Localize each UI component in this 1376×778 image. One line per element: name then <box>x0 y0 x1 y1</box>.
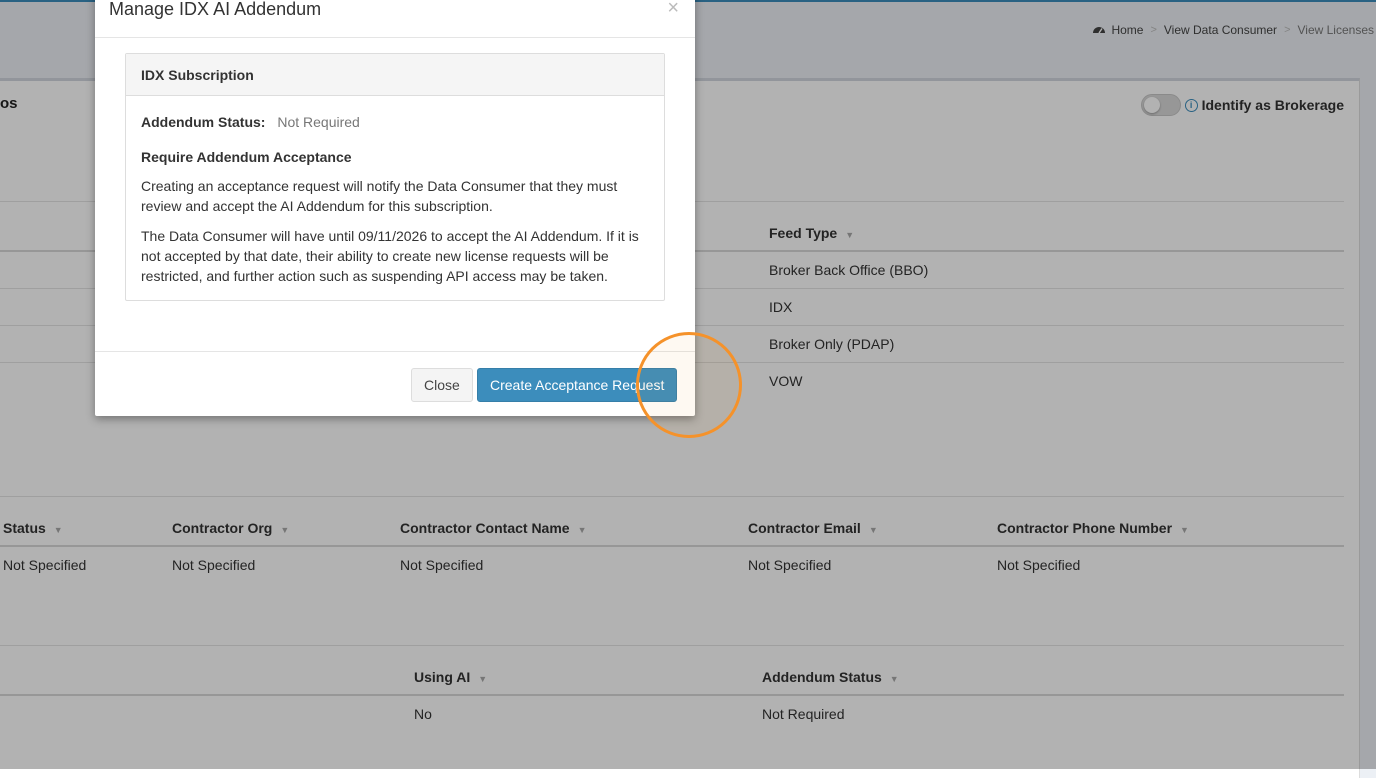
addendum-status-value: Not Required <box>277 114 360 130</box>
manage-ai-addendum-modal: Manage IDX AI Addendum × IDX Subscriptio… <box>95 0 695 416</box>
close-icon[interactable]: × <box>667 0 679 18</box>
click-highlight-ring <box>636 332 742 438</box>
modal-footer: Close Create Acceptance Request <box>95 351 695 416</box>
idx-subscription-box: IDX Subscription Addendum Status: Not Re… <box>125 53 665 301</box>
deadline-paragraph: The Data Consumer will have until 09/11/… <box>141 228 639 284</box>
modal-header: Manage IDX AI Addendum × <box>95 0 695 38</box>
addendum-status-line: Addendum Status: Not Required <box>141 112 649 132</box>
modal-title: Manage IDX AI Addendum <box>109 0 322 19</box>
close-button[interactable]: Close <box>411 368 473 402</box>
addendum-status-label: Addendum Status: <box>141 114 266 130</box>
box-body: Addendum Status: Not Required Require Ad… <box>126 96 664 286</box>
description-paragraph: Creating an acceptance request will noti… <box>141 178 618 214</box>
box-title: IDX Subscription <box>126 54 664 96</box>
section-heading: Require Addendum Acceptance <box>141 149 352 165</box>
